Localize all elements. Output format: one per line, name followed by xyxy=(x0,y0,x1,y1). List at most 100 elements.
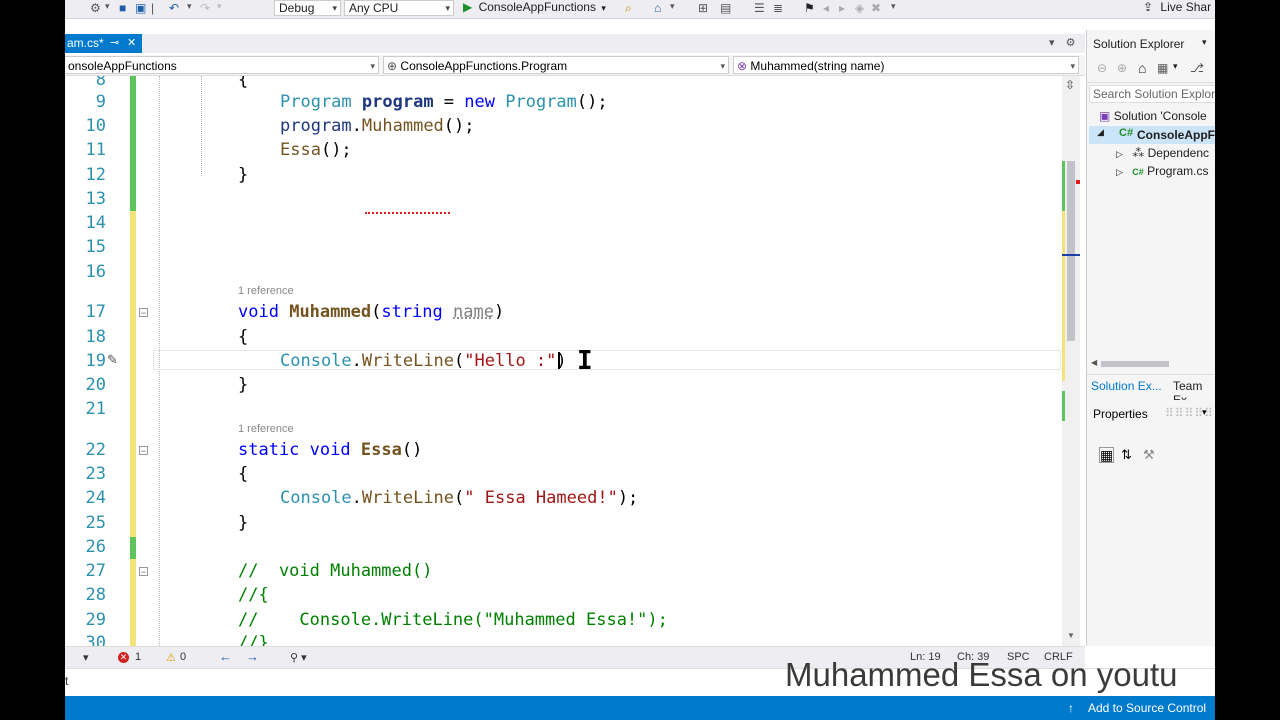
scroll-left-icon[interactable]: ◀ xyxy=(1091,358,1097,367)
scroll-down-icon[interactable]: ▼ xyxy=(1067,631,1075,640)
codelens-reference[interactable]: 1 reference xyxy=(238,285,294,297)
add-to-source-control-button[interactable]: Add to Source Control xyxy=(1088,701,1206,715)
chevron-down-icon: ▾ xyxy=(720,61,725,71)
scrollbar-thumb[interactable] xyxy=(1101,361,1169,367)
document-icon[interactable]: ▤ xyxy=(720,1,731,15)
tab-list-dropdown-icon[interactable]: ▾ xyxy=(1049,37,1055,49)
back-icon[interactable]: ⊖ xyxy=(1097,61,1107,75)
chevron-down-icon[interactable]: ▾ xyxy=(1173,61,1178,72)
solution-explorer-title: Solution Explorer xyxy=(1093,37,1185,51)
platform-dropdown[interactable]: Any CPU ▾ xyxy=(344,0,454,16)
class-dropdown[interactable]: ⊕ ConsoleAppFunctions.Program ▾ xyxy=(383,56,729,74)
outline-icon[interactable]: ≣ xyxy=(773,1,783,15)
bookmark-icon[interactable]: ⚑ xyxy=(804,1,815,15)
forward-icon[interactable]: ⊕ xyxy=(1117,61,1127,75)
bookmark-clear-icon[interactable]: ✖ xyxy=(871,1,881,15)
start-debugging-button[interactable]: ▶ ConsoleAppFunctions ▾ xyxy=(463,0,606,17)
collapse-icon[interactable]: − xyxy=(139,446,148,456)
project-dropdown[interactable]: onsoleAppFunctions ▾ xyxy=(65,56,379,74)
line-number: 27 xyxy=(85,561,106,581)
panel-menu-icon[interactable]: ▾ xyxy=(1202,37,1207,48)
split-icon[interactable]: ⇳ xyxy=(1065,78,1075,92)
save-icon[interactable]: ■ xyxy=(119,1,126,15)
categorized-icon[interactable]: ▦ xyxy=(1099,447,1115,463)
save-all-icon[interactable]: ▣ xyxy=(135,1,146,15)
warning-count[interactable]: 0 xyxy=(180,651,186,663)
find-icon[interactable]: ⌕ xyxy=(625,1,632,16)
code-line: Console.WriteLine(" Essa Hameed!"); xyxy=(280,488,639,508)
dropdown-arrow-icon[interactable]: ▾ xyxy=(105,1,110,12)
line-number: 12 xyxy=(85,165,106,185)
layout-icon[interactable]: ⊞ xyxy=(698,1,708,15)
bookmark-folder-icon[interactable]: ◈ xyxy=(855,1,864,15)
tree-item-dependencies[interactable]: ▷ ⁂ Dependenc xyxy=(1116,146,1209,160)
solution-search-input[interactable]: Search Solution Explor xyxy=(1089,85,1215,103)
bookmark-next-icon[interactable]: ▸ xyxy=(839,1,845,15)
new-project-icon[interactable]: ⚙ xyxy=(90,1,101,15)
live-share-button[interactable]: ⇪ Live Shar xyxy=(1143,0,1211,17)
warning-icon: ⚠ xyxy=(166,652,176,664)
tree-item-project[interactable]: ◢ C# ConsoleAppF xyxy=(1089,126,1215,144)
navigate-forward-icon[interactable]: → xyxy=(246,649,259,664)
zoom-dropdown[interactable]: ▾ xyxy=(83,651,89,664)
comment-line: // void Muhammed() xyxy=(238,561,433,581)
settings-icon[interactable]: ⚙ xyxy=(1066,37,1076,49)
tab-strip-controls: ▾ ⚙ xyxy=(1049,36,1075,49)
tree-item-solution[interactable]: ▣ Solution 'Console xyxy=(1099,109,1207,123)
scrollbar-thumb[interactable] xyxy=(1067,161,1075,341)
tab-solution-explorer[interactable]: Solution Ex... xyxy=(1091,379,1162,393)
bookmark-prev-icon[interactable]: ◂ xyxy=(823,1,829,15)
collapse-icon[interactable]: − xyxy=(139,567,148,577)
format-icon[interactable]: ☰ xyxy=(754,1,765,15)
collapse-icon[interactable]: − xyxy=(139,308,148,318)
properties-title: Properties xyxy=(1093,407,1148,421)
collapsed-arrow-icon[interactable]: ▷ xyxy=(1116,149,1123,159)
visual-studio-window: ⚙ ▾ ■ ▣ | ↶ ▾ ↷ ▾ Debug ▾ Any CPU ▾ ▶ Cons… xyxy=(65,0,1215,720)
line-number: 26 xyxy=(85,537,106,557)
line-number: 13 xyxy=(85,189,106,209)
code-line: } xyxy=(238,375,249,395)
panel-menu-icon[interactable]: ▾ xyxy=(1202,407,1207,418)
horizontal-scrollbar[interactable]: ◀ xyxy=(1087,358,1215,370)
error-count[interactable]: 1 xyxy=(135,651,141,663)
vertical-scrollbar[interactable]: ⇳ ▼ xyxy=(1062,76,1080,646)
line-number: 25 xyxy=(85,513,106,533)
close-icon[interactable]: ✕ xyxy=(127,34,136,53)
configuration-dropdown[interactable]: Debug ▾ xyxy=(274,0,341,16)
undo-dropdown-icon[interactable]: ▾ xyxy=(187,1,192,12)
code-editor[interactable]: 8 9 10 11 12 13 14 15 16 17 18 19 20 21 … xyxy=(65,76,1062,646)
expanded-arrow-icon[interactable]: ◢ xyxy=(1097,127,1104,138)
error-icon: ✕ xyxy=(118,652,129,663)
undo-icon[interactable]: ↶ xyxy=(169,1,179,15)
code-line: Console.WriteLine("Hello :") xyxy=(280,351,567,371)
navigate-back-icon[interactable]: ← xyxy=(219,649,232,664)
tab-program-cs[interactable]: am.cs* ⊸ ✕ xyxy=(65,34,142,53)
redo-icon[interactable]: ↷ xyxy=(200,1,210,15)
upload-arrow-icon: ↑ xyxy=(1068,701,1074,715)
alphabetical-icon[interactable]: ⇅ xyxy=(1121,447,1132,463)
toolbar-overflow-icon[interactable]: ▾ xyxy=(891,1,896,12)
member-dropdown[interactable]: ⊗ Muhammed(string name) ▾ xyxy=(733,56,1079,74)
code-cleanup-icon[interactable]: ⚲ ▾ xyxy=(290,651,307,664)
chevron-down-icon: ▾ xyxy=(445,3,450,13)
line-number: 11 xyxy=(85,140,106,160)
collapsed-arrow-icon[interactable]: ▷ xyxy=(1116,167,1123,177)
overview-caret-mark xyxy=(1062,254,1080,256)
chevron-down-icon: ▾ xyxy=(601,3,606,13)
home-icon[interactable]: ⌂ xyxy=(654,1,661,15)
line-number: 16 xyxy=(85,262,106,282)
solution-icon: ▣ xyxy=(1099,109,1111,123)
switch-views-icon[interactable]: ▦ xyxy=(1157,61,1168,75)
codelens-reference[interactable]: 1 reference xyxy=(238,423,294,435)
property-pages-icon[interactable]: ⚒ xyxy=(1143,447,1155,463)
dropdown-arrow-icon[interactable]: ▾ xyxy=(670,1,675,12)
tree-item-program-cs[interactable]: ▷ C# Program.cs xyxy=(1116,164,1208,178)
redo-dropdown-icon[interactable]: ▾ xyxy=(217,1,222,12)
pending-changes-icon[interactable]: ⎇ xyxy=(1190,61,1204,75)
pin-icon[interactable]: ⊸ xyxy=(110,34,119,53)
class-icon: ⊕ xyxy=(387,59,398,73)
home-icon[interactable]: ⌂ xyxy=(1138,60,1146,76)
quick-actions-brush-icon[interactable]: ✎ xyxy=(107,352,118,368)
play-icon: ▶ xyxy=(463,0,473,14)
tab-team-explorer[interactable]: Team Ex xyxy=(1173,379,1215,400)
